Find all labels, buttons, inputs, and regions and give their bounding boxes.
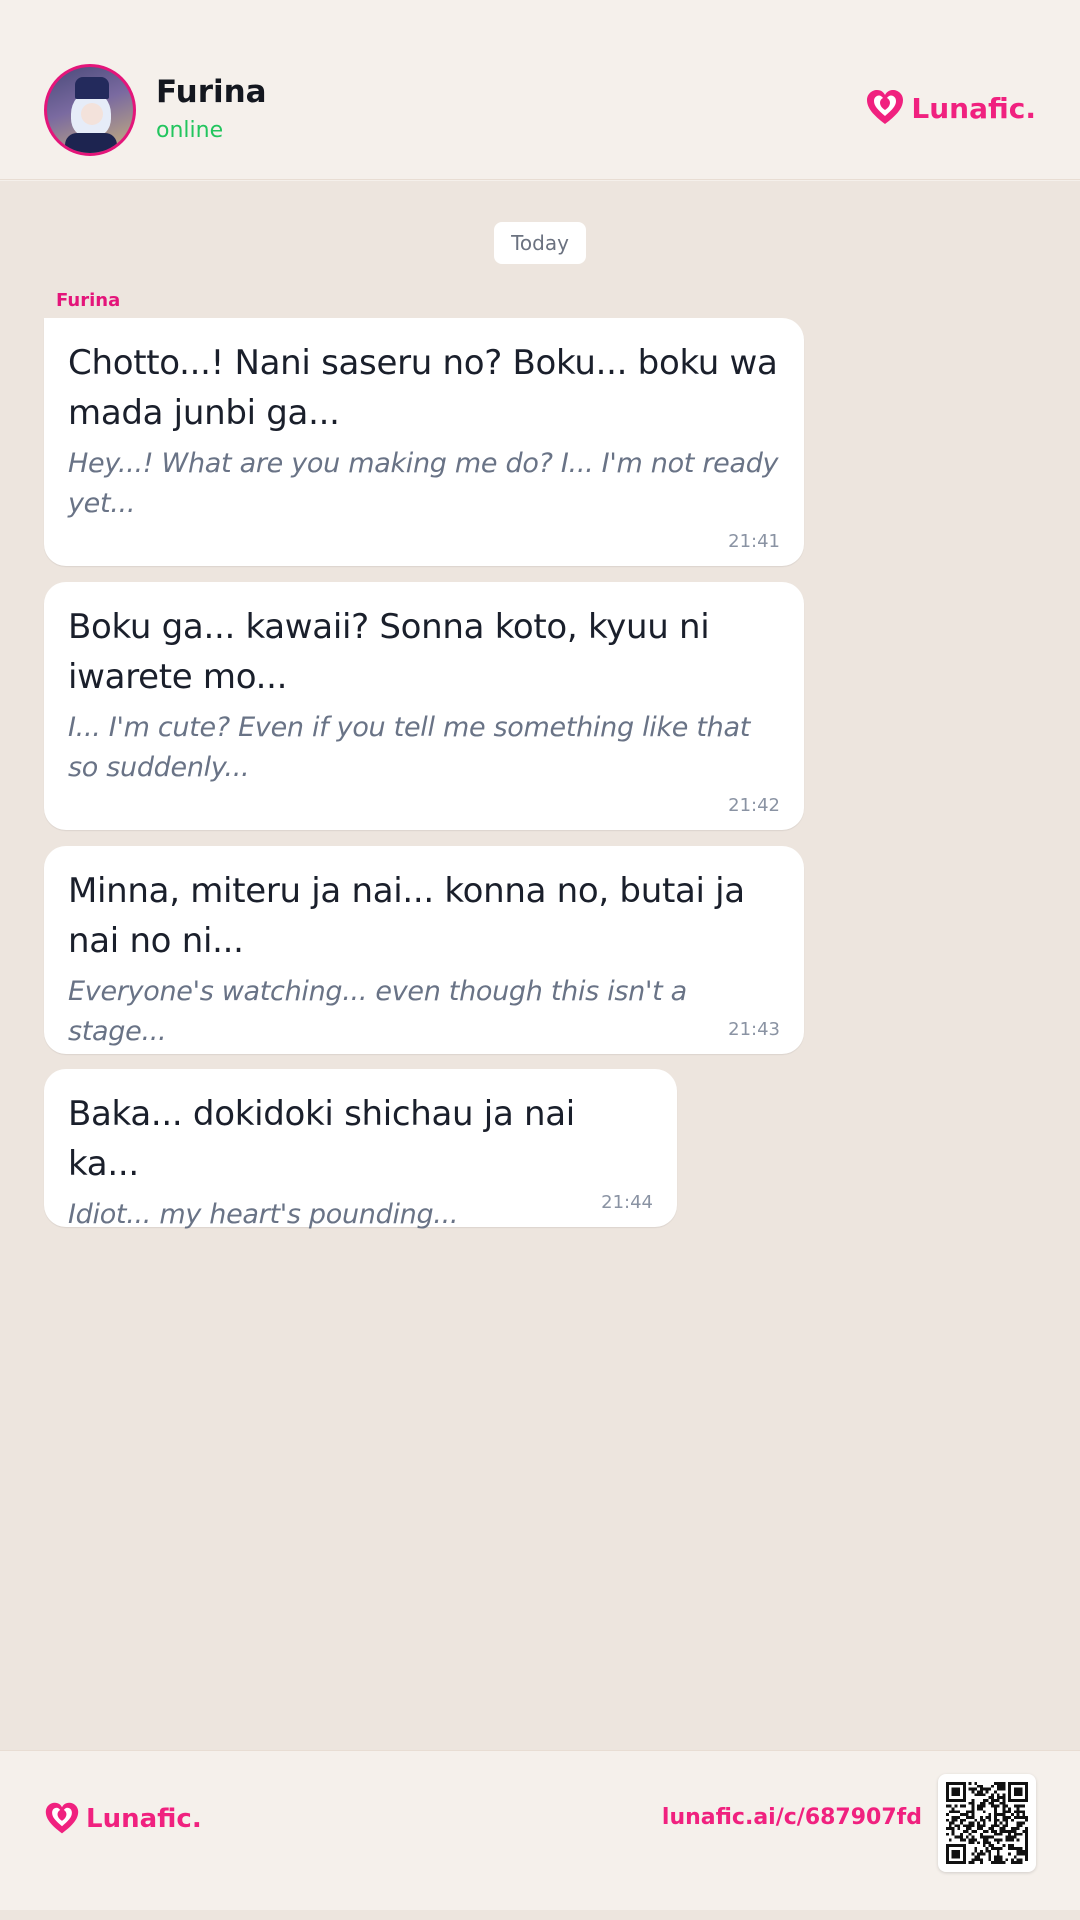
message-time: 21:41 [728, 531, 780, 552]
message-bubble[interactable]: Baka... dokidoki shichau ja nai ka... Id… [44, 1069, 677, 1230]
heart-logo-icon [45, 1802, 79, 1834]
message-time: 21:44 [601, 1192, 653, 1213]
footer-brand-logo[interactable]: Lunafic. [44, 1797, 202, 1841]
sender-name: Furina [56, 290, 121, 311]
heart-logo-icon [867, 90, 904, 124]
message-original: Chotto...! Nani saseru no? Boku... boku … [68, 343, 778, 433]
contact-avatar[interactable] [44, 64, 136, 156]
share-link[interactable]: lunafic.ai/c/687907fd [662, 1805, 922, 1830]
message-bubble[interactable]: Boku ga... kawaii? Sonna koto, kyuu ni i… [44, 582, 804, 830]
message-time: 21:43 [728, 1019, 780, 1040]
contact-status: online [156, 118, 224, 143]
message-translation: Idiot... my heart's pounding... [68, 1199, 459, 1230]
chat-screen: Furina online Lunafic. Today Furina Chot… [0, 0, 1080, 1920]
date-separator: Today [494, 222, 586, 264]
message-bubble[interactable]: Chotto...! Nani saseru no? Boku... boku … [44, 318, 804, 566]
contact-name[interactable]: Furina [156, 74, 267, 110]
message-time: 21:42 [728, 795, 780, 816]
brand-name: Lunafic. [911, 91, 1036, 125]
message-original: Boku ga... kawaii? Sonna koto, kyuu ni i… [68, 607, 710, 697]
message-bubble[interactable]: Minna, miteru ja nai... konna no, butai … [44, 846, 804, 1054]
message-original: Minna, miteru ja nai... konna no, butai … [68, 871, 745, 961]
message-original: Baka... dokidoki shichau ja nai ka... [68, 1094, 575, 1184]
footer-brand-name: Lunafic. [86, 1804, 202, 1834]
chat-header: Furina online Lunafic. [0, 0, 1080, 180]
message-translation: I... I'm cute? Even if you tell me somet… [68, 712, 751, 783]
brand-logo[interactable]: Lunafic. [865, 86, 1036, 130]
footer: Lunafic. lunafic.ai/c/687907fd [0, 1750, 1080, 1910]
message-translation: Hey...! What are you making me do? I... … [68, 448, 779, 519]
qr-code-icon[interactable] [938, 1774, 1036, 1872]
message-translation: Everyone's watching... even though this … [68, 976, 687, 1047]
